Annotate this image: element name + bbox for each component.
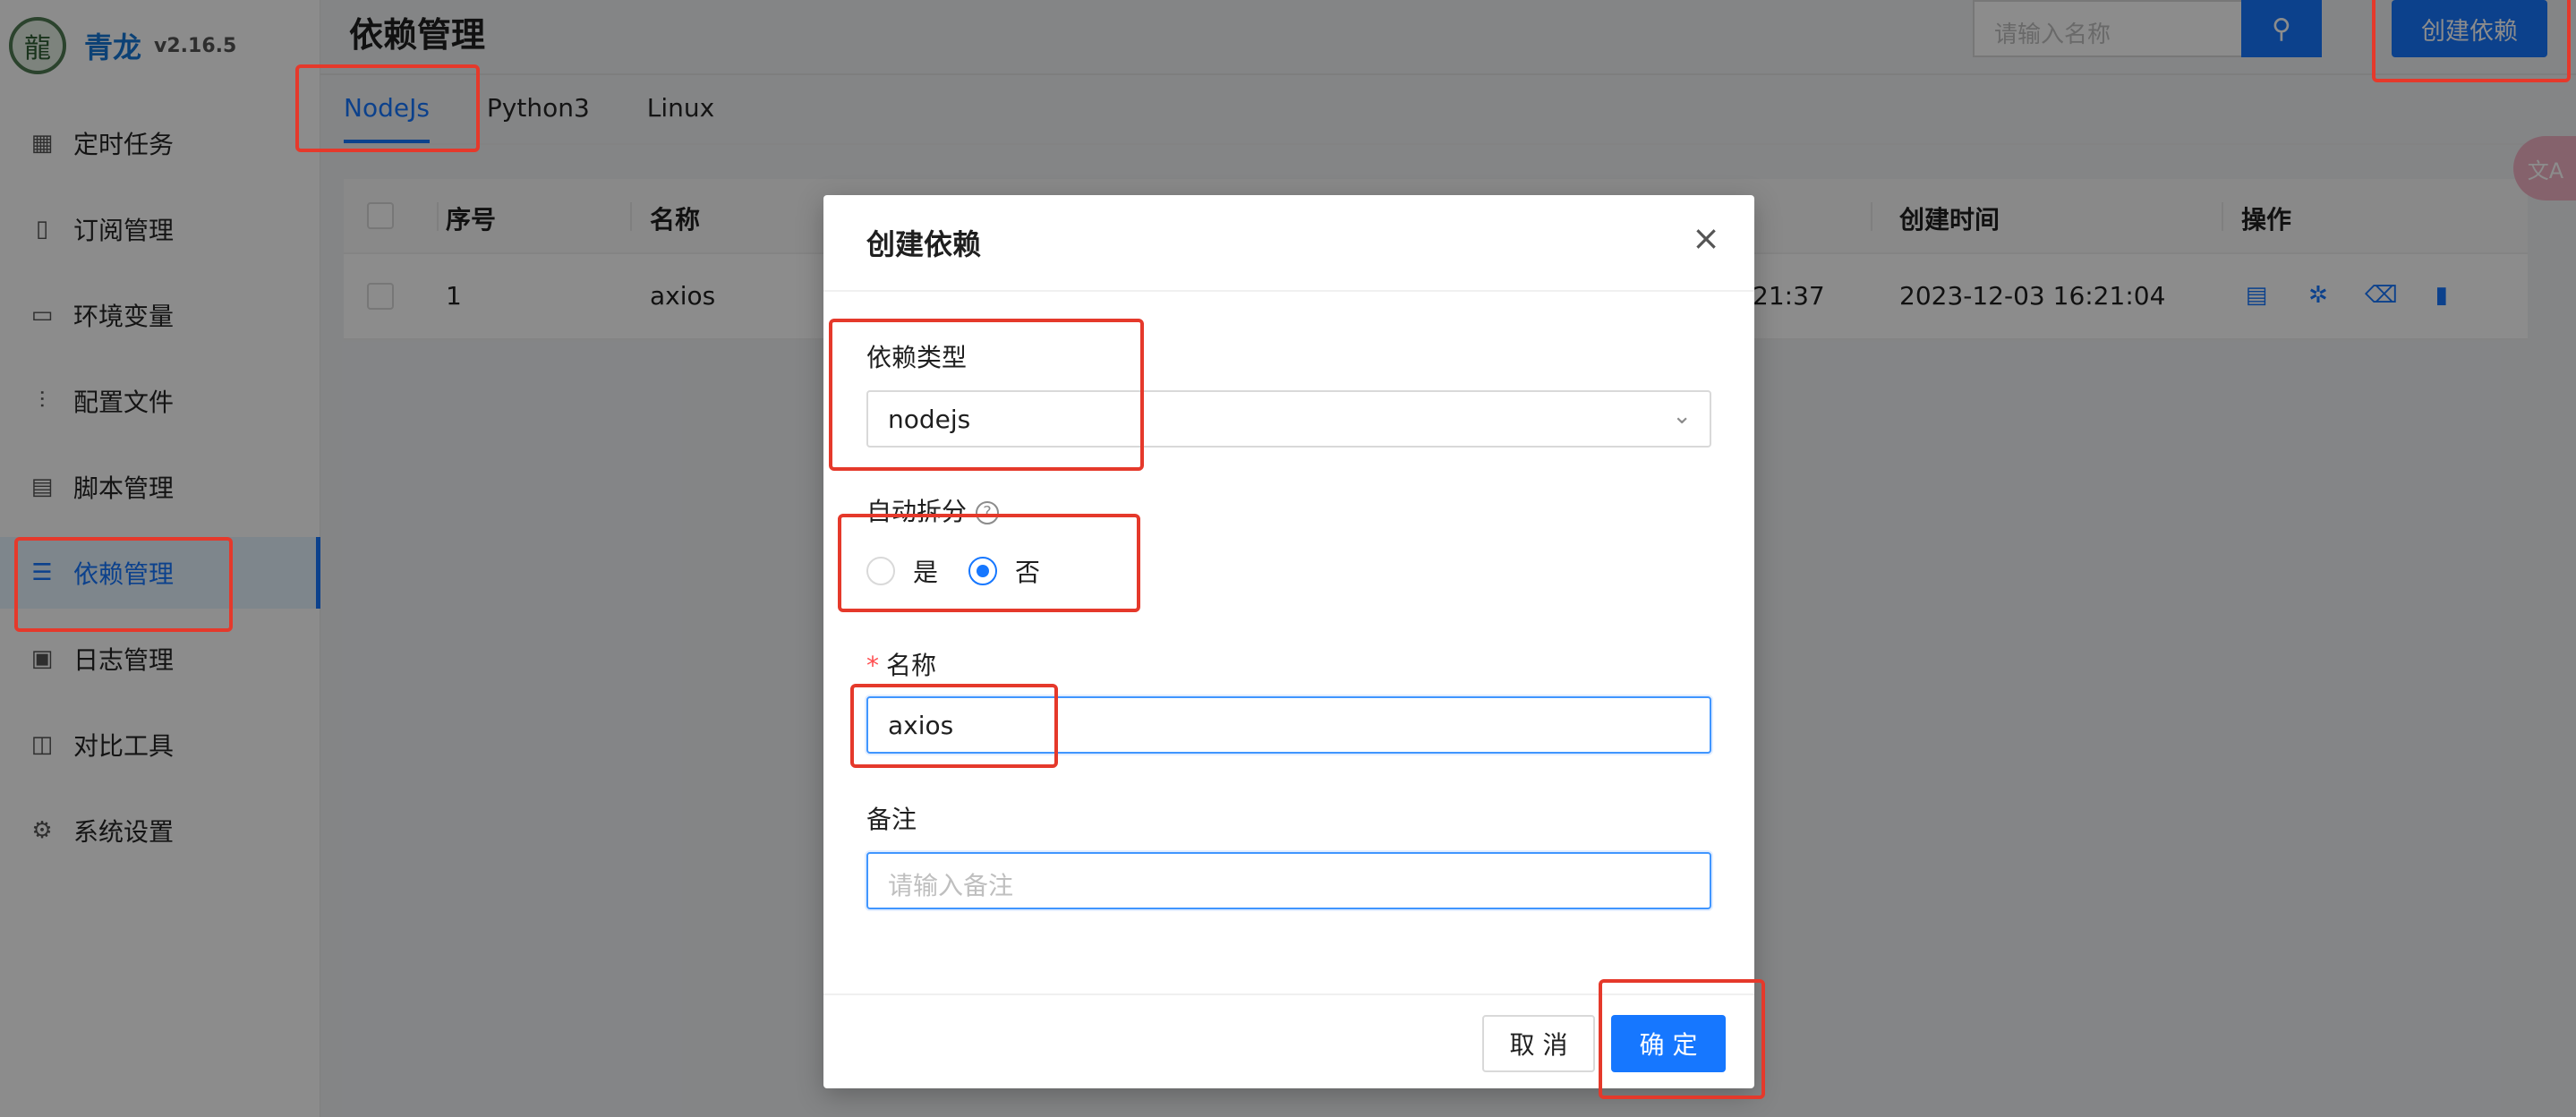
annotation-box-sidebar — [14, 537, 233, 632]
modal-header-divider — [823, 290, 1754, 292]
annotation-box-name — [850, 684, 1058, 768]
chevron-down-icon: ⌄ — [1672, 403, 1692, 430]
remark-input[interactable]: 请输入备注 — [866, 852, 1711, 909]
annotation-box-split — [838, 514, 1140, 612]
modal-title: 创建依赖 — [866, 227, 982, 261]
cancel-button[interactable]: 取 消 — [1482, 1015, 1595, 1072]
name-label: * 名称 — [866, 646, 936, 682]
remark-label: 备注 — [866, 805, 917, 834]
name-label-text: 名称 — [886, 651, 937, 680]
annotation-box-ok — [1599, 979, 1765, 1099]
annotation-box-tab — [295, 64, 480, 152]
annotation-box-create — [2372, 0, 2571, 82]
required-mark: * — [866, 651, 879, 680]
close-icon[interactable]: × — [1688, 220, 1724, 256]
annotation-box-type — [829, 319, 1144, 471]
